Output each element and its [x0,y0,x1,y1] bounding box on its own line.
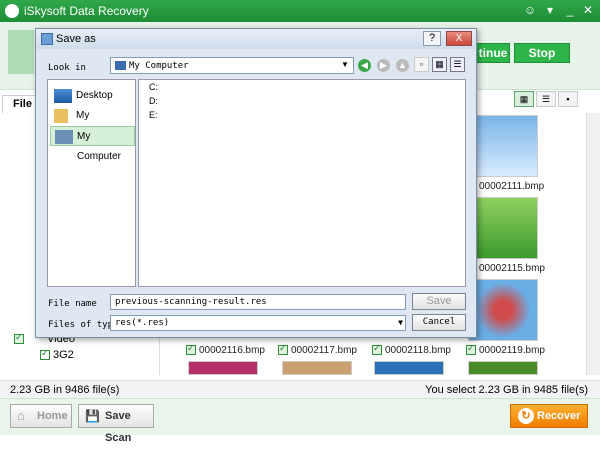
checkbox[interactable] [40,348,50,361]
thumbnail-image[interactable] [468,279,538,341]
file-name: 00002116.bmp [199,345,265,356]
status-left: 2.23 GB in 9486 file(s) [10,384,120,396]
file-name-label: File name [48,299,97,309]
file-name: 00002111.bmp [479,181,545,192]
drive-label: C: [149,82,158,92]
vertical-scrollbar[interactable] [586,113,600,375]
up-folder-icon[interactable]: ▲ [396,59,409,72]
recover-label: Recover [537,410,581,422]
bottom-toolbar: ⌂ Home 💾 Save Scan ↻ Recover [0,398,600,444]
thumbnail-caption[interactable]: 00002117.bmp [278,343,357,356]
app-logo-icon [5,4,19,18]
menu-icon[interactable]: ▾ [542,2,558,18]
thumbnail-image[interactable] [188,361,258,375]
place-label: My Computer [77,131,121,162]
recover-button[interactable]: ↻ Recover [510,404,588,428]
place-my-computer[interactable]: My Computer [50,126,135,162]
tree-item-3g2[interactable]: 3G2 [40,348,74,361]
drive-label: D: [149,96,158,106]
drive-item[interactable]: E: [149,110,158,120]
app-title: iSkysoft Data Recovery [24,4,149,18]
save-scan-button[interactable]: 💾 Save Scan [78,404,154,444]
home-button[interactable]: ⌂ Home [10,404,72,428]
files-of-type-value: res(*.res) [115,318,170,328]
header-logo [8,30,34,74]
dialog-title: Save as [56,33,96,45]
file-name-input[interactable]: previous-scanning-result.res [110,294,406,310]
thumbnail-caption[interactable]: 00002115.bmp [466,261,545,274]
thumbnail-caption[interactable]: 00002118.bmp [372,343,451,356]
chevron-down-icon[interactable]: ▼ [339,60,351,71]
computer-icon [115,61,126,70]
dialog-close-button[interactable]: X [446,31,472,46]
dialog-title-bar: Save as ? X [36,29,476,49]
file-list: C: D: E: [138,79,466,287]
thumbnail-image[interactable] [374,361,444,375]
list-view-icon[interactable]: ☰ [536,91,556,107]
recover-icon: ↻ [518,408,534,424]
thumbnail-caption[interactable]: 00002111.bmp [466,179,545,192]
title-bar: iSkysoft Data Recovery ☺ ▾ _ ✕ [0,0,600,22]
save-scan-label: Save Scan [105,410,132,444]
back-icon[interactable]: ◀ [358,59,371,72]
thumbnail-view-icon[interactable]: ▦ [514,91,534,107]
app-window: iSkysoft Data Recovery ☺ ▾ _ ✕ tinue Sto… [0,0,600,444]
home-label: Home [37,410,68,422]
list-view-icon[interactable]: ▦ [432,57,447,72]
drive-item[interactable]: D: [149,96,158,106]
status-bar: 2.23 GB in 9486 file(s) You select 2.23 … [0,380,600,398]
thumbnail-image[interactable] [468,115,538,177]
file-name: 00002118.bmp [385,345,451,356]
files-of-type-label: Files of type [48,320,119,330]
look-in-value: My Computer [129,61,189,71]
drive-item[interactable]: C: [149,82,158,92]
stop-button[interactable]: Stop [514,43,570,63]
desktop-icon [54,89,72,103]
thumbnail-image[interactable] [468,197,538,259]
chevron-down-icon[interactable]: ▼ [398,318,403,327]
thumbnail-image[interactable] [282,361,352,375]
tree-label: 3G2 [53,349,74,361]
save-icon: 💾 [85,409,100,423]
new-folder-icon[interactable]: ▫ [414,57,429,72]
drive-label: E: [149,110,158,120]
places-sidebar: Desktop My Documents My Computer [47,79,136,287]
chat-icon[interactable]: ☺ [522,2,538,18]
detail-view-icon[interactable]: ▪ [558,91,578,107]
minimize-button[interactable]: _ [562,2,578,18]
checkbox[interactable] [14,332,24,345]
thumbnail-image[interactable] [468,361,538,375]
computer-icon [55,130,73,144]
save-button[interactable]: Save [412,293,466,310]
detail-view-icon[interactable]: ☰ [450,57,465,72]
save-as-dialog: Save as ? X Look in My Computer ▼ ◀ ▶ ▲ … [35,28,477,338]
folder-icon [54,109,68,123]
place-label: Desktop [76,90,113,101]
cancel-button[interactable]: Cancel [412,314,466,331]
checkbox[interactable] [186,343,196,356]
close-button[interactable]: ✕ [580,2,596,18]
files-of-type-select[interactable]: res(*.res) ▼ [110,315,406,331]
file-name: 00002119.bmp [479,345,545,356]
look-in-label: Look in [48,63,86,73]
file-name: 00002117.bmp [291,345,357,356]
checkbox[interactable] [372,343,382,356]
view-mode-buttons: ▦ ☰ ▪ [514,91,586,107]
thumbnail-caption[interactable]: 00002116.bmp [186,343,265,356]
checkbox[interactable] [466,343,476,356]
file-name: 00002115.bmp [479,263,545,274]
thumbnail-caption[interactable]: 00002119.bmp [466,343,545,356]
checkbox[interactable] [278,343,288,356]
help-button[interactable]: ? [423,31,441,46]
continue-button[interactable]: tinue [476,43,510,63]
place-desktop[interactable]: Desktop [50,86,135,106]
home-icon: ⌂ [17,408,25,423]
look-in-combo[interactable]: My Computer ▼ [110,57,354,74]
forward-icon[interactable]: ▶ [377,59,390,72]
dialog-icon [41,33,53,45]
place-my-documents[interactable]: My Documents [50,106,135,141]
status-right: You select 2.23 GB in 9485 file(s) [425,384,588,396]
